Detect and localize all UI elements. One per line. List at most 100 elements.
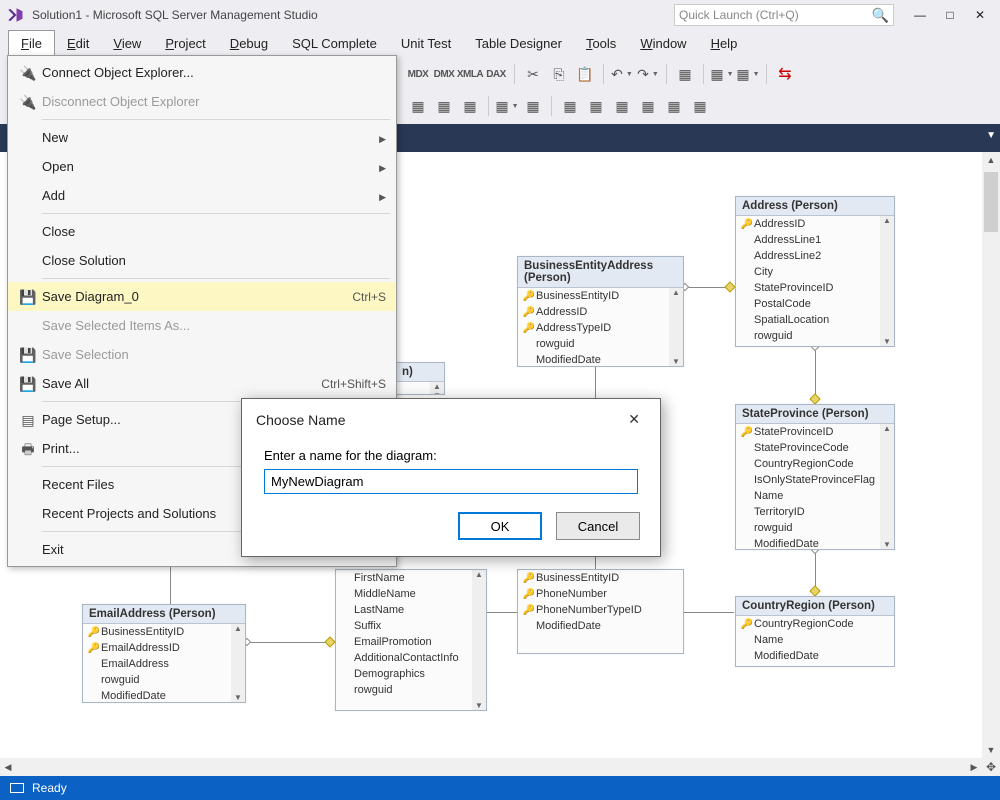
file-menu-connect-object-explorer[interactable]: 🔌Connect Object Explorer...: [8, 58, 396, 87]
column-row[interactable]: AddressLine1: [736, 232, 894, 248]
menu-debug[interactable]: Debug: [218, 30, 280, 56]
maximize-button[interactable]: □: [936, 4, 964, 26]
table-tool-5[interactable]: ▦: [521, 94, 545, 118]
file-menu-save-all[interactable]: 💾Save AllCtrl+Shift+S: [8, 369, 396, 398]
menu-help[interactable]: Help: [699, 30, 750, 56]
menu-project[interactable]: Project: [153, 30, 217, 56]
column-row[interactable]: MiddleName: [336, 586, 486, 602]
menu-unit-test[interactable]: Unit Test: [389, 30, 463, 56]
table-tool-7[interactable]: ▦: [584, 94, 608, 118]
table-scrollbar[interactable]: ▲▼: [231, 624, 245, 702]
column-row[interactable]: ModifiedDate: [518, 618, 683, 634]
file-menu-close[interactable]: Close: [8, 217, 396, 246]
table-address[interactable]: Address (Person)🔑AddressIDAddressLine1Ad…: [735, 196, 895, 347]
redo-button[interactable]: ↷: [636, 62, 660, 86]
file-menu-open[interactable]: Open: [8, 152, 396, 181]
menu-view[interactable]: View: [101, 30, 153, 56]
column-row[interactable]: ModifiedDate: [736, 536, 894, 549]
table-scrollbar[interactable]: ▲▼: [880, 424, 894, 549]
tab-overflow-button[interactable]: ▼: [986, 130, 996, 141]
column-row[interactable]: ModifiedDate: [736, 344, 894, 346]
menu-tools[interactable]: Tools: [574, 30, 628, 56]
column-row[interactable]: 🔑BusinessEntityID: [518, 570, 683, 586]
diagram-name-input[interactable]: [264, 469, 638, 494]
table-tool-2[interactable]: ▦: [432, 94, 456, 118]
table-tool-9[interactable]: ▦: [636, 94, 660, 118]
column-row[interactable]: EmailAddress: [83, 656, 245, 672]
column-row[interactable]: Name: [736, 632, 894, 648]
file-menu-new[interactable]: New: [8, 123, 396, 152]
column-row[interactable]: 🔑AddressID: [736, 216, 894, 232]
paste-button[interactable]: 📋: [573, 62, 597, 86]
column-row[interactable]: rowguid: [518, 336, 683, 352]
column-row[interactable]: LastName: [336, 602, 486, 618]
column-row[interactable]: City: [736, 264, 894, 280]
minimize-button[interactable]: —: [906, 4, 934, 26]
mdx-button[interactable]: MDX: [406, 62, 430, 86]
menu-table-designer[interactable]: Table Designer: [463, 30, 574, 56]
scroll-right-icon[interactable]: ▶: [966, 759, 982, 775]
table-personpartial[interactable]: FirstNameMiddleNameLastNameSuffixEmailPr…: [335, 569, 487, 711]
table-stateprovince[interactable]: StateProvince (Person)🔑StateProvinceIDSt…: [735, 404, 895, 550]
table-tool-3[interactable]: ▦: [458, 94, 482, 118]
column-row[interactable]: EmailPromotion: [336, 634, 486, 650]
copy-button[interactable]: ⎘: [547, 62, 571, 86]
menu-sql-complete[interactable]: SQL Complete: [280, 30, 389, 56]
scroll-down-icon[interactable]: ▼: [983, 742, 999, 758]
column-row[interactable]: 🔑BusinessEntityID: [83, 624, 245, 640]
tool-generic-2[interactable]: ▦: [710, 62, 734, 86]
table-schemaheaderpartial[interactable]: n)▲▼: [395, 362, 445, 395]
table-tool-4[interactable]: ▦: [495, 94, 519, 118]
column-row[interactable]: rowguid: [736, 328, 894, 344]
column-row[interactable]: AdditionalContactInfo: [336, 650, 486, 666]
table-scrollbar[interactable]: ▲▼: [669, 288, 683, 366]
scroll-up-icon[interactable]: ▲: [983, 152, 999, 168]
column-row[interactable]: CountryRegionCode: [736, 456, 894, 472]
file-menu-save-diagram-0[interactable]: 💾Save Diagram_0Ctrl+S: [8, 282, 396, 311]
scroll-thumb[interactable]: [984, 172, 998, 232]
xmla-button[interactable]: XMLA: [458, 62, 482, 86]
table-emailaddress[interactable]: EmailAddress (Person)🔑BusinessEntityID🔑E…: [82, 604, 246, 703]
table-scrollbar[interactable]: ▲▼: [430, 382, 444, 394]
column-row[interactable]: IsOnlyStateProvinceFlag: [736, 472, 894, 488]
column-row[interactable]: PostalCode: [736, 296, 894, 312]
cut-button[interactable]: ✂: [521, 62, 545, 86]
horizontal-scrollbar[interactable]: ◀ ▶: [0, 758, 982, 776]
file-menu-add[interactable]: Add: [8, 181, 396, 210]
column-row[interactable]: 🔑PhoneNumber: [518, 586, 683, 602]
dax-button[interactable]: DAX: [484, 62, 508, 86]
close-window-button[interactable]: ✕: [966, 4, 994, 26]
column-row[interactable]: AddressLine2: [736, 248, 894, 264]
file-menu-close-solution[interactable]: Close Solution: [8, 246, 396, 275]
column-row[interactable]: TerritoryID: [736, 504, 894, 520]
column-row[interactable]: StateProvinceID: [736, 280, 894, 296]
column-row[interactable]: 🔑AddressTypeID: [518, 320, 683, 336]
column-row[interactable]: 🔑EmailAddressID: [83, 640, 245, 656]
table-countryregion[interactable]: CountryRegion (Person)🔑CountryRegionCode…: [735, 596, 895, 667]
table-tool-10[interactable]: ▦: [662, 94, 686, 118]
column-row[interactable]: 🔑PhoneNumberTypeID: [518, 602, 683, 618]
menu-file[interactable]: File: [8, 30, 55, 56]
table-tool-11[interactable]: ▦: [688, 94, 712, 118]
dmx-button[interactable]: DMX: [432, 62, 456, 86]
column-row[interactable]: ModifiedDate: [83, 688, 245, 702]
table-scrollbar[interactable]: ▲▼: [472, 570, 486, 710]
pan-handle-icon[interactable]: ✥: [982, 758, 1000, 776]
column-row[interactable]: Demographics: [336, 666, 486, 682]
table-tool-8[interactable]: ▦: [610, 94, 634, 118]
menu-edit[interactable]: Edit: [55, 30, 101, 56]
column-row[interactable]: 🔑BusinessEntityID: [518, 288, 683, 304]
column-row[interactable]: FirstName: [336, 570, 486, 586]
vertical-scrollbar[interactable]: ▲ ▼: [982, 152, 1000, 758]
table-scrollbar[interactable]: ▲▼: [880, 216, 894, 346]
column-row[interactable]: Suffix: [336, 618, 486, 634]
column-row[interactable]: rowguid: [83, 672, 245, 688]
column-row[interactable]: ModifiedDate: [518, 352, 683, 366]
column-row[interactable]: 🔑CountryRegionCode: [736, 616, 894, 632]
table-tool-6[interactable]: ▦: [558, 94, 582, 118]
column-row[interactable]: StateProvinceCode: [736, 440, 894, 456]
column-row[interactable]: ModifiedDate: [736, 648, 894, 664]
column-row[interactable]: 🔑AddressID: [518, 304, 683, 320]
tool-generic-4[interactable]: ⇆: [773, 62, 797, 86]
dialog-close-button[interactable]: ✕: [622, 409, 646, 430]
